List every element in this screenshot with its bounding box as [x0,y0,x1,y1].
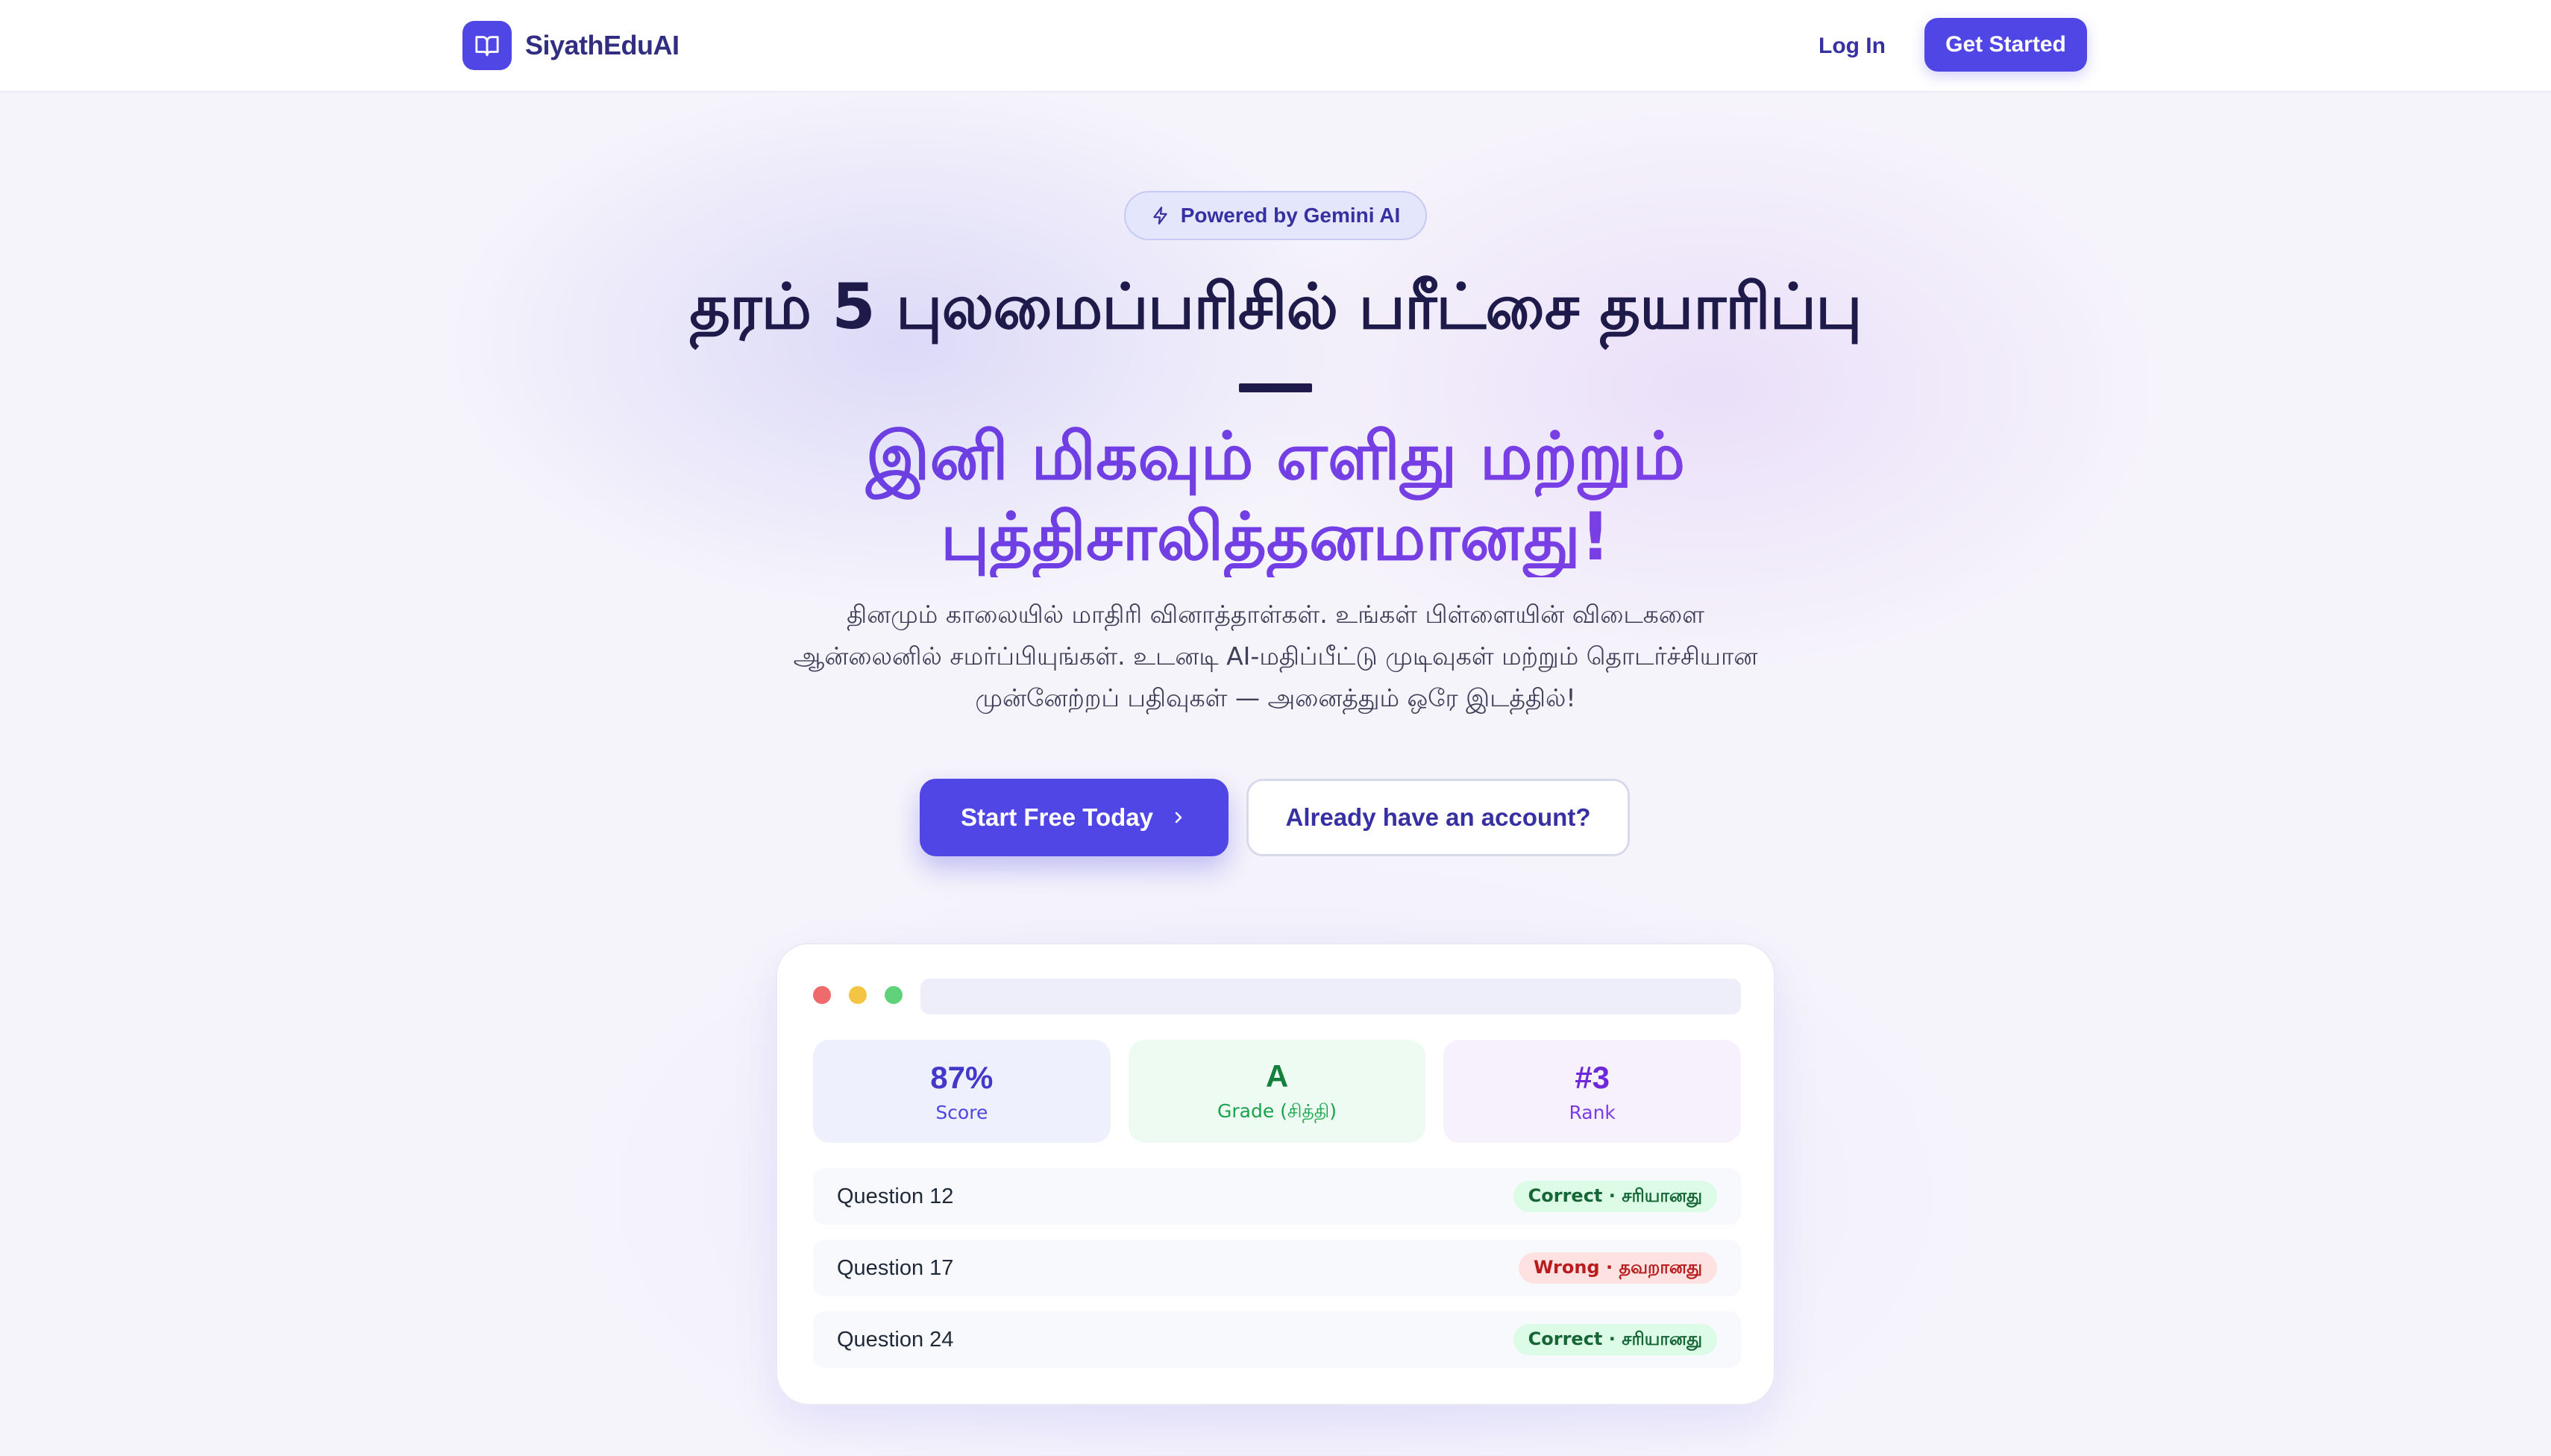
score-value: 87% [930,1059,994,1095]
list-item: Question 17 Wrong · தவறானது [813,1240,1741,1296]
hero-subtitle-line-2: புத்திசாலித்தனமானது! [941,498,1610,575]
hero-description-line-3: முன்னேற்றப் பதிவுகள் — அனைத்தும் ஒரே இடத… [975,683,1576,712]
book-icon [462,21,512,70]
existing-account-button[interactable]: Already have an account? [1246,779,1630,856]
hero-description: தினமும் காலையில் மாதிரி வினாத்தாள்கள். உ… [776,594,1775,719]
badge-label: Powered by Gemini AI [1180,204,1401,227]
hero-description-line-2: ஆன்லைனில் சமர்ப்பியுங்கள். உடனடி AI-மதிப… [793,641,1758,671]
title-divider [1239,383,1312,392]
top-navbar: SiyathEduAI Log In Get Started [0,0,2551,92]
grade-stat: A Grade (சித்தி) [1128,1040,1426,1143]
question-label: Question 24 [837,1327,954,1352]
rank-stat: #3 Rank [1443,1040,1742,1143]
address-bar [920,979,1741,1014]
maximize-dot [885,986,903,1004]
question-results-list: Question 12 Correct · சரியானது Question … [813,1168,1741,1383]
list-item: Question 24 Correct · சரியானது [813,1311,1741,1368]
start-free-label: Start Free Today [961,803,1153,831]
rank-value: #3 [1575,1059,1610,1095]
hero-subtitle-line-1: இனி மிகவும் எளிது மற்றும் [865,418,1686,495]
score-stat: 87% Score [813,1040,1111,1143]
close-dot [813,986,831,1004]
get-started-button[interactable]: Get Started [1924,18,2087,72]
powered-by-badge: Powered by Gemini AI [1124,191,1427,240]
landing-page: SiyathEduAI Log In Get Started Powered b… [0,0,2551,1456]
brand[interactable]: SiyathEduAI [462,21,680,70]
stats-row: 87% Score A Grade (சித்தி) #3 Rank [813,1040,1742,1143]
status-badge: Correct · சரியானது [1513,1324,1717,1355]
question-label: Question 17 [837,1255,954,1280]
results-preview-card: 87% Score A Grade (சித்தி) #3 Rank Quest… [776,943,1775,1405]
hero-title: தரம் 5 புலமைப்பரிசில் பரீட்சை தயாரிப்பு [689,270,1862,343]
minimize-dot [849,986,867,1004]
brand-name: SiyathEduAI [525,30,680,60]
chevron-right-icon [1175,812,1182,823]
login-link[interactable]: Log In [1804,22,1901,70]
score-label: Score [935,1101,988,1123]
grade-value: A [1265,1058,1289,1093]
hero-subtitle: இனி மிகவும் எளிது மற்றும் புத்திசாலித்தன… [0,416,2551,577]
lightning-icon [1152,207,1167,225]
status-badge: Correct · சரியானது [1513,1181,1717,1212]
grade-label: Grade (சித்தி) [1217,1099,1337,1122]
question-label: Question 12 [837,1184,954,1208]
status-badge: Wrong · தவறானது [1518,1252,1717,1284]
rank-label: Rank [1569,1101,1616,1123]
window-controls [813,986,903,1004]
hero-description-line-1: தினமும் காலையில் மாதிரி வினாத்தாள்கள். உ… [847,600,1704,629]
list-item: Question 12 Correct · சரியானது [813,1168,1741,1225]
start-free-button[interactable]: Start Free Today [920,779,1229,856]
